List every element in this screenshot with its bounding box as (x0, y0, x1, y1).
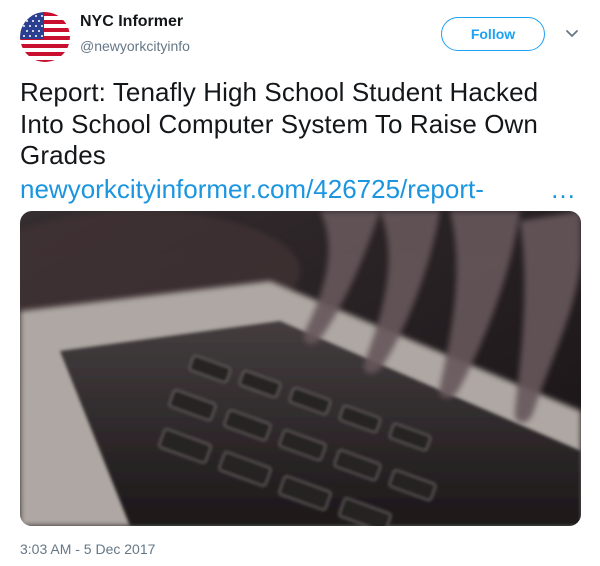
tweet-link[interactable]: newyorkcityinformer.com/426725/report- (20, 174, 500, 205)
follow-button[interactable]: Follow (441, 17, 545, 51)
us-flag-icon (20, 12, 70, 62)
chevron-down-icon[interactable] (562, 26, 582, 42)
tweet-text: Report: Tenafly High School Student Hack… (20, 77, 539, 170)
tweet-timestamp[interactable]: 3:03 AM - 5 Dec 2017 (20, 541, 155, 557)
author-handle[interactable]: @newyorkcityinfo (80, 38, 190, 54)
author-name[interactable]: NYC Informer (80, 13, 183, 31)
avatar[interactable] (20, 12, 70, 62)
tweet-media-image[interactable] (20, 211, 581, 526)
link-ellipsis[interactable]: … (550, 174, 576, 205)
laptop-keyboard-photo (20, 211, 581, 526)
